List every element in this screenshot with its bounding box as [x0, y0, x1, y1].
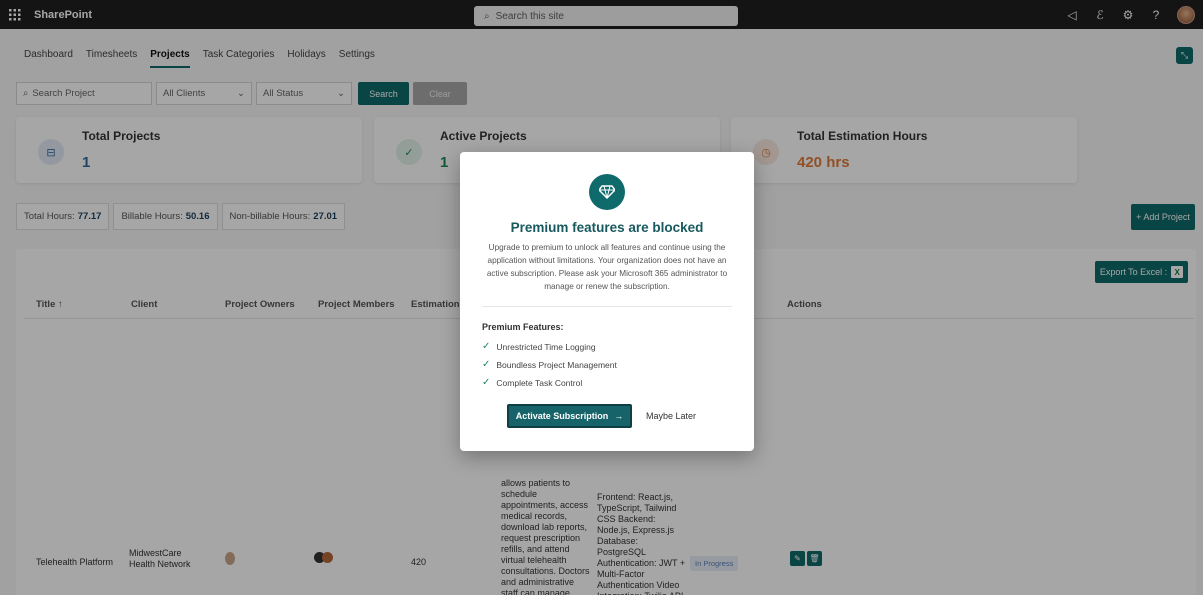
feature-item: ✓ Boundless Project Management [482, 359, 617, 370]
check-icon: ✓ [482, 359, 491, 370]
maybe-later-button[interactable]: Maybe Later [646, 404, 696, 428]
arrow-right-icon: → [614, 411, 624, 421]
feature-item: ✓ Unrestricted Time Logging [482, 341, 596, 352]
features-title: Premium Features: [482, 322, 564, 332]
modal-title: Premium features are blocked [510, 220, 704, 235]
premium-modal: Premium features are blocked Upgrade to … [460, 152, 754, 451]
modal-description: Upgrade to premium to unlock all feature… [486, 243, 728, 291]
feature-label: Complete Task Control [496, 377, 583, 388]
feature-item: ✓ Complete Task Control [482, 377, 582, 388]
feature-label: Unrestricted Time Logging [496, 341, 596, 352]
diamond-icon [589, 174, 625, 210]
check-icon: ✓ [482, 341, 491, 352]
modal-divider [482, 306, 732, 307]
activate-label: Activate Subscription [515, 411, 609, 421]
feature-label: Boundless Project Management [496, 359, 617, 370]
activate-subscription-button[interactable]: Activate Subscription → [507, 404, 632, 428]
check-icon: ✓ [482, 377, 491, 388]
